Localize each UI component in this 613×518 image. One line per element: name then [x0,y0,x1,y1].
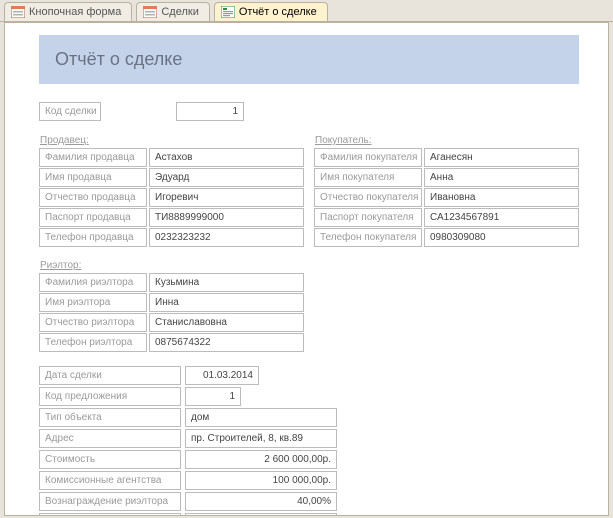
price-label: Стоимость [39,450,181,469]
seller-surname-value: Астахов [149,148,304,167]
tab-label: Отчёт о сделке [239,6,317,18]
buyer-passport-label: Паспорт покупателя [314,208,422,227]
price-value: 2 600 000,00р. [185,450,337,469]
tab-label: Кнопочная форма [29,6,121,18]
buyer-name-label: Имя покупателя [314,168,422,187]
deal-date-value: 01.03.2014 [185,366,259,385]
agency-commission-value: 100 000,00р. [185,471,337,490]
deal-date-label: Дата сделки [39,366,181,385]
seller-patronymic-value: Игоревич [149,188,304,207]
realtor-patronymic-value: Станиславовна [149,313,304,332]
object-type-value: дом [185,408,337,427]
buyer-patronymic-value: Ивановна [424,188,579,207]
seller-name-value: Эдуард [149,168,304,187]
seller-section: Продавец: Фамилия продавцаАстахов Имя пр… [39,135,306,248]
tab-button-form[interactable]: Кнопочная форма [4,2,132,21]
tab-strip: Кнопочная форма Сделки Отчёт о сделке [0,0,613,22]
address-label: Адрес [39,429,181,448]
reward-amount-label: Размер вознаграждения [39,513,181,516]
realtor-surname-value: Кузьмина [149,273,304,292]
report-workspace: Отчёт о сделке Код сделки 1 Продавец: Фа… [4,22,609,516]
realtor-name-label: Имя риэлтора [39,293,147,312]
form-icon [11,6,25,18]
details-section: Дата сделки01.03.2014 Код предложения1 Т… [39,366,411,516]
object-type-label: Тип объекта [39,408,181,427]
tab-deal-report[interactable]: Отчёт о сделке [214,2,328,21]
seller-heading: Продавец: [39,135,306,146]
offer-id-value: 1 [185,387,241,406]
realtor-reward-pct-value: 40,00% [185,492,337,511]
buyer-phone-value: 0980309080 [424,228,579,247]
realtor-heading: Риэлтор: [39,260,306,271]
buyer-passport-value: СА1234567891 [424,208,579,227]
realtor-name-value: Инна [149,293,304,312]
buyer-surname-value: Аганесян [424,148,579,167]
realtor-reward-pct-label: Вознаграждение риэлтора [39,492,181,511]
buyer-surname-label: Фамилия покупателя [314,148,422,167]
reward-amount-value: 40 000,00р. [185,513,337,516]
agency-commission-label: Комиссионные агентства [39,471,181,490]
buyer-name-value: Анна [424,168,579,187]
tab-deals[interactable]: Сделки [136,2,210,21]
buyer-heading: Покупатель: [314,135,581,146]
form-icon [143,6,157,18]
seller-passport-value: ТИ8889999000 [149,208,304,227]
deal-id-value: 1 [176,102,244,121]
seller-passport-label: Паспорт продавца [39,208,147,227]
offer-id-label: Код предложения [39,387,181,406]
realtor-surname-label: Фамилия риэлтора [39,273,147,292]
report-header: Отчёт о сделке [39,35,579,84]
realtor-phone-value: 0875674322 [149,333,304,352]
buyer-patronymic-label: Отчество покупателя [314,188,422,207]
buyer-section: Покупатель: Фамилия покупателяАганесян И… [314,135,581,248]
realtor-section: Риэлтор: Фамилия риэлтораКузьмина Имя ри… [39,260,306,352]
deal-id-row: Код сделки 1 [39,102,596,121]
realtor-phone-label: Телефон риэлтора [39,333,147,352]
seller-surname-label: Фамилия продавца [39,148,147,167]
seller-phone-value: 0232323232 [149,228,304,247]
tab-label: Сделки [161,6,199,18]
report-icon [221,6,235,18]
seller-patronymic-label: Отчество продавца [39,188,147,207]
realtor-patronymic-label: Отчество риэлтора [39,313,147,332]
seller-name-label: Имя продавца [39,168,147,187]
address-value: пр. Строителей, 8, кв.89 [185,429,337,448]
report-title: Отчёт о сделке [55,49,563,70]
buyer-phone-label: Телефон покупателя [314,228,422,247]
seller-phone-label: Телефон продавца [39,228,147,247]
deal-id-label: Код сделки [39,102,101,121]
